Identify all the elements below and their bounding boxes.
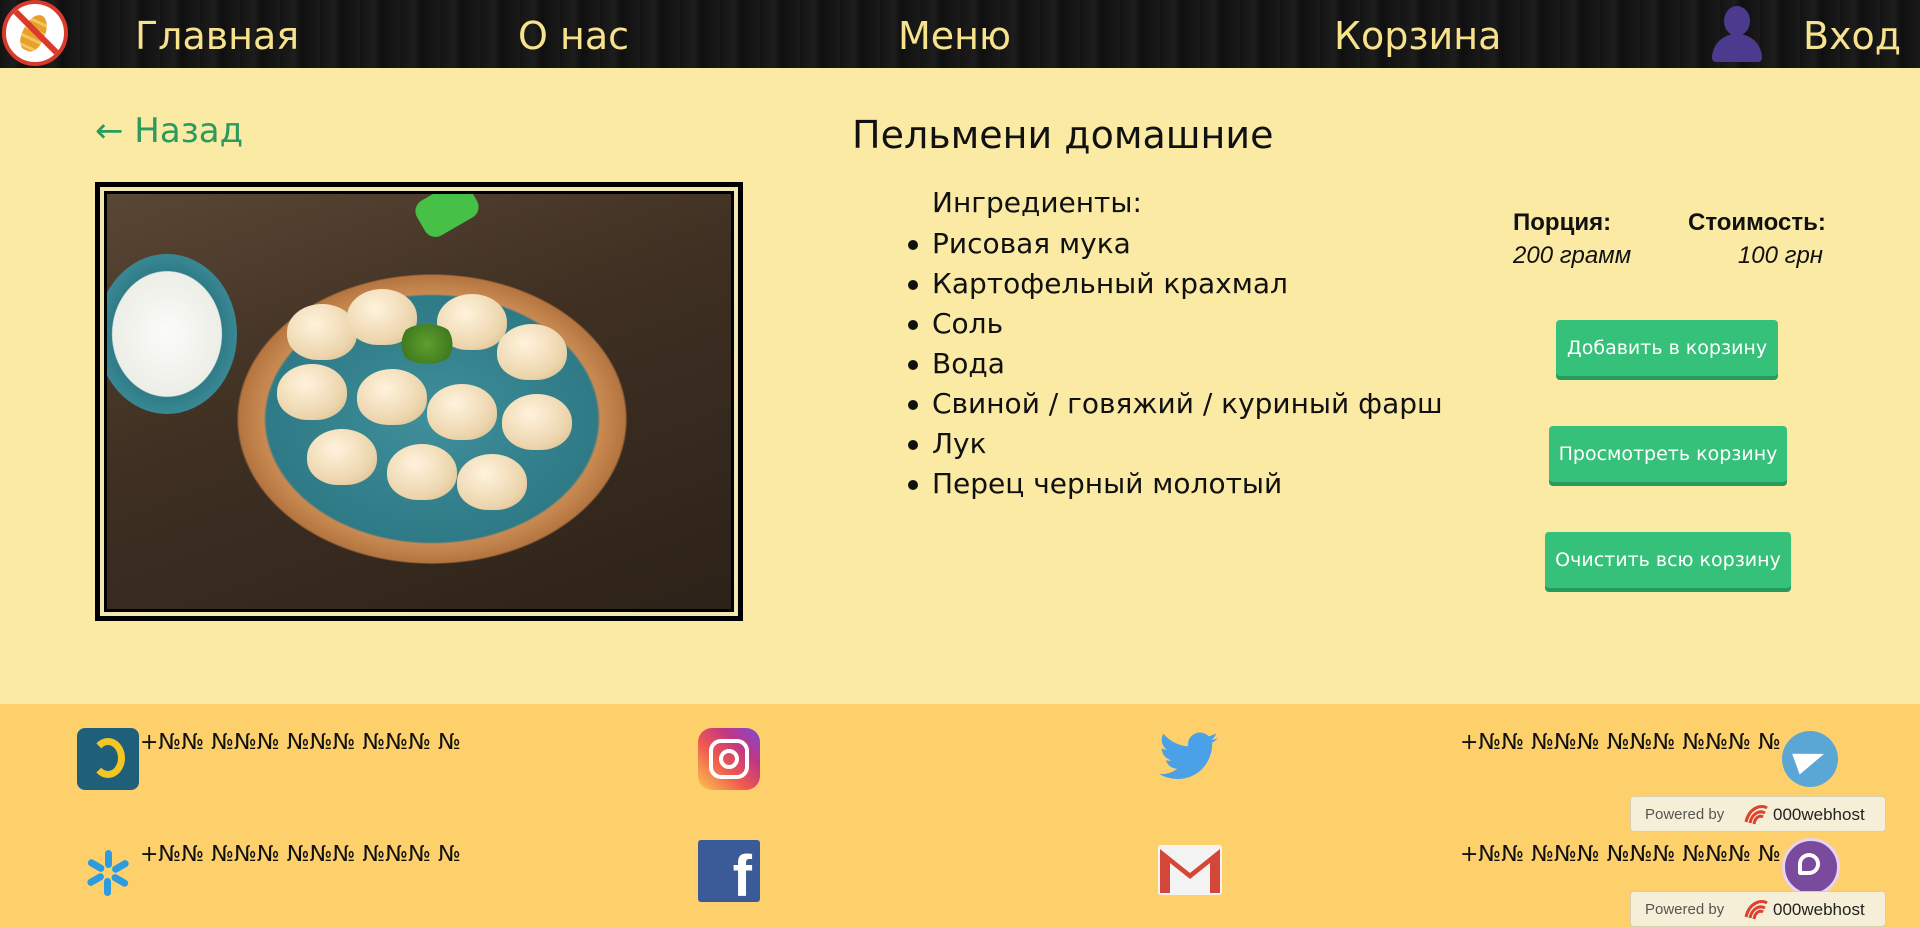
view-cart-button[interactable]: Просмотреть корзину (1549, 426, 1787, 482)
nav-item-about[interactable]: О нас (518, 14, 629, 58)
powered-by-badge[interactable]: Powered by 000webhost (1630, 891, 1886, 927)
nav-item-cart[interactable]: Корзина (1334, 14, 1501, 58)
powered-by-brand: 000webhost (1773, 900, 1865, 919)
dish-photo (95, 182, 743, 621)
kyivstar-icon[interactable] (77, 842, 139, 904)
viber-icon[interactable] (1782, 838, 1840, 896)
back-link[interactable]: ← Назад (95, 111, 243, 151)
ingredient-item: Рисовая мука (908, 226, 1443, 266)
ingredient-item: Лук (908, 426, 1443, 466)
nav-item-home[interactable]: Главная (135, 14, 299, 58)
dish-title: Пельмени домашние (852, 113, 1274, 157)
webhost-logo-icon (1743, 802, 1769, 826)
gmail-icon[interactable] (1158, 845, 1222, 895)
ingredient-item: Картофельный крахмал (908, 266, 1443, 306)
telegram-icon[interactable] (1782, 731, 1838, 787)
ingredient-item: Свиной / говяжий / куриный фарш (908, 386, 1443, 426)
phone-telegram: +№№ №№№ №№№ №№№ № (1460, 730, 1781, 755)
no-wheat-logo-icon[interactable] (2, 0, 68, 66)
phone-lifecell: +№№ №№№ №№№ №№№ № (140, 730, 461, 755)
facebook-icon[interactable]: f (698, 840, 760, 902)
ingredient-item: Вода (908, 346, 1443, 386)
powered-by-brand: 000webhost (1773, 805, 1865, 824)
ingredient-item: Перец черный молотый (908, 466, 1443, 506)
lifecell-icon[interactable] (77, 728, 139, 790)
user-icon[interactable] (1708, 4, 1764, 62)
login-link[interactable]: Вход (1803, 14, 1901, 58)
ingredients-list: Рисовая мука Картофельный крахмал Соль В… (908, 226, 1443, 506)
phone-kyivstar: +№№ №№№ №№№ №№№ № (140, 842, 461, 867)
powered-by-text: Powered by (1645, 806, 1725, 823)
powered-by-badge[interactable]: Powered by 000webhost (1630, 796, 1886, 832)
cost-label: Стоимость: (1688, 209, 1826, 236)
powered-by-text: Powered by (1645, 901, 1725, 918)
ingredient-item: Соль (908, 306, 1443, 346)
top-navbar: Главная О нас Меню Корзина Вход (0, 0, 1920, 68)
phone-viber: +№№ №№№ №№№ №№№ № (1460, 842, 1781, 867)
webhost-logo-icon (1743, 897, 1769, 921)
nav-item-menu[interactable]: Меню (898, 14, 1011, 58)
add-to-cart-button[interactable]: Добавить в корзину (1556, 320, 1778, 376)
twitter-icon[interactable] (1158, 730, 1220, 786)
portion-label: Порция: (1513, 209, 1612, 236)
clear-cart-button[interactable]: Очистить всю корзину (1545, 532, 1791, 588)
portion-value: 200 грамм (1513, 242, 1632, 269)
cost-value: 100 грн (1737, 242, 1823, 269)
instagram-icon[interactable] (698, 728, 760, 790)
ingredients-title: Ингредиенты: (932, 186, 1142, 219)
